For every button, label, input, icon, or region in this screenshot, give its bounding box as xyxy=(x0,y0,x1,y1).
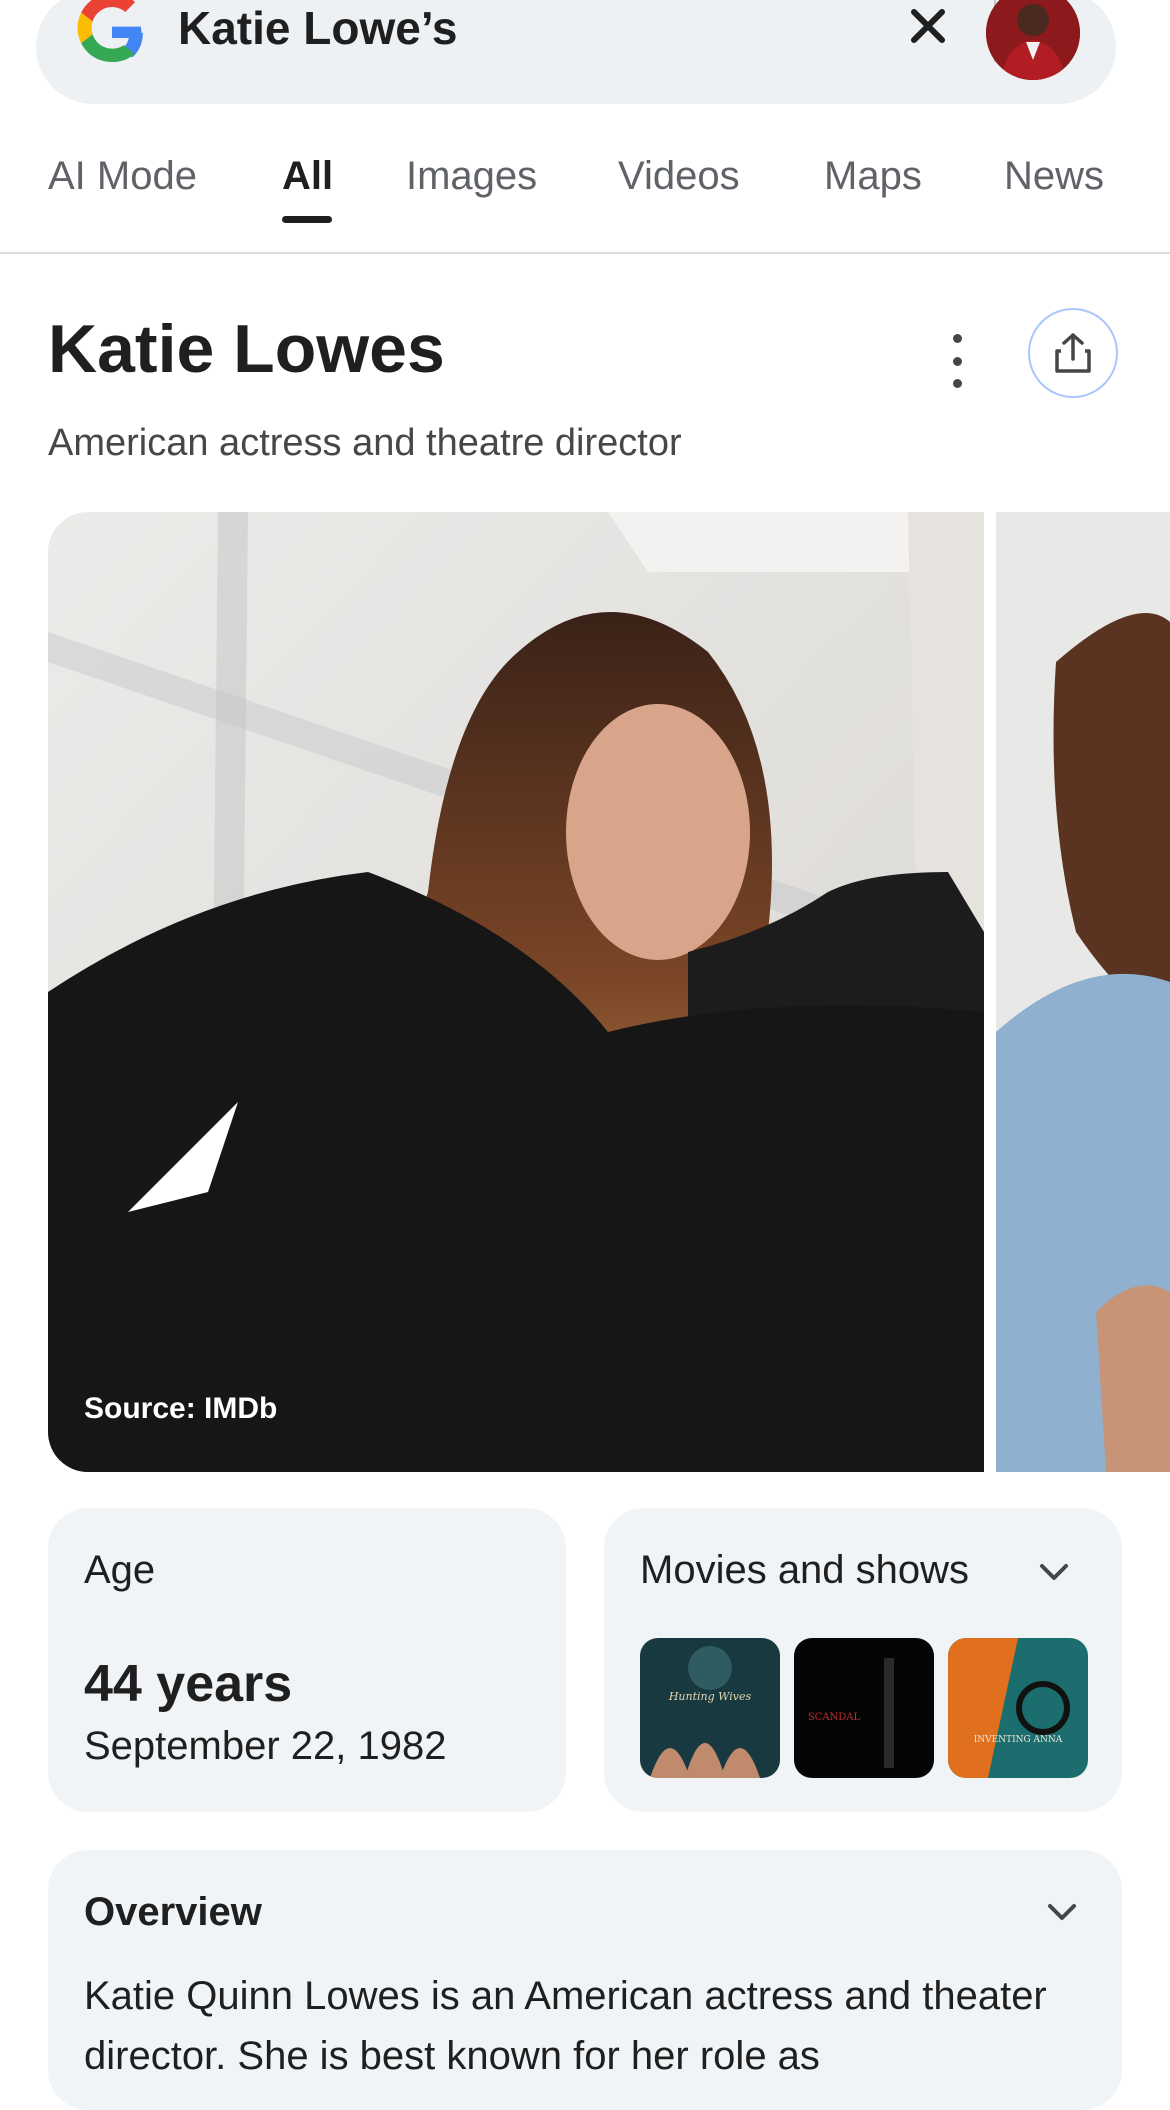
movies-and-shows-card[interactable]: Movies and shows Hunting Wives SCANDAL I… xyxy=(604,1508,1122,1812)
tab-news[interactable]: News xyxy=(1004,154,1104,199)
entity-title: Katie Lowes xyxy=(48,311,445,387)
overview-text: Katie Quinn Lowes is an American actress… xyxy=(84,1974,1047,2078)
search-bar[interactable]: Katie Lowe’s xyxy=(36,0,1116,104)
age-value: 44 years xyxy=(84,1655,293,1713)
tab-maps[interactable]: Maps xyxy=(824,154,922,199)
movie-thumbnail[interactable]: INVENTING ANNA xyxy=(948,1638,1088,1778)
entity-photo-secondary[interactable] xyxy=(996,512,1170,1472)
poster-caption: INVENTING ANNA xyxy=(974,1735,1063,1745)
movies-and-shows-label: Movies and shows xyxy=(640,1548,970,1592)
chevron-down-icon[interactable] xyxy=(1032,1550,1076,1594)
search-tabs: AI Mode All Images Videos Maps News xyxy=(0,140,1170,254)
chevron-down-icon[interactable] xyxy=(1040,1890,1084,1934)
close-icon xyxy=(911,9,945,43)
google-logo-icon xyxy=(77,0,143,62)
tab-ai-mode[interactable]: AI Mode xyxy=(48,154,197,199)
woman-portrait-image xyxy=(48,512,984,1472)
more-vert-icon xyxy=(952,334,962,343)
age-label: Age xyxy=(84,1548,156,1592)
tab-videos[interactable]: Videos xyxy=(618,154,740,199)
birth-date: September 22, 1982 xyxy=(84,1724,447,1768)
movie-thumbnail[interactable]: SCANDAL xyxy=(794,1638,934,1778)
photo-source-label: Source: IMDb xyxy=(84,1392,278,1425)
clear-search-button[interactable] xyxy=(896,0,960,58)
poster-image: INVENTING ANNA xyxy=(948,1638,1088,1778)
poster-caption: SCANDAL xyxy=(808,1712,861,1723)
entity-photo-main[interactable] xyxy=(48,512,984,1472)
entity-description: American actress and theatre director xyxy=(48,422,682,464)
share-icon xyxy=(1055,333,1091,373)
age-card: Age 44 years September 22, 1982 xyxy=(48,1508,566,1812)
share-button[interactable] xyxy=(1028,308,1118,398)
poster-caption: Hunting Wives xyxy=(668,1690,752,1703)
tab-images[interactable]: Images xyxy=(406,154,537,199)
poster-image: SCANDAL xyxy=(794,1638,934,1778)
search-query-text[interactable]: Katie Lowe’s xyxy=(178,0,457,58)
more-options-button[interactable] xyxy=(932,334,982,388)
active-tab-indicator xyxy=(282,216,332,223)
tab-all[interactable]: All xyxy=(282,154,333,199)
woman-denim-image xyxy=(996,512,1170,1472)
poster-image: Hunting Wives xyxy=(640,1638,780,1778)
overview-title: Overview xyxy=(84,1890,262,1934)
overview-card[interactable]: Overview Katie Quinn Lowes is an America… xyxy=(48,1850,1122,2110)
movie-thumbnail[interactable]: Hunting Wives xyxy=(640,1638,780,1778)
